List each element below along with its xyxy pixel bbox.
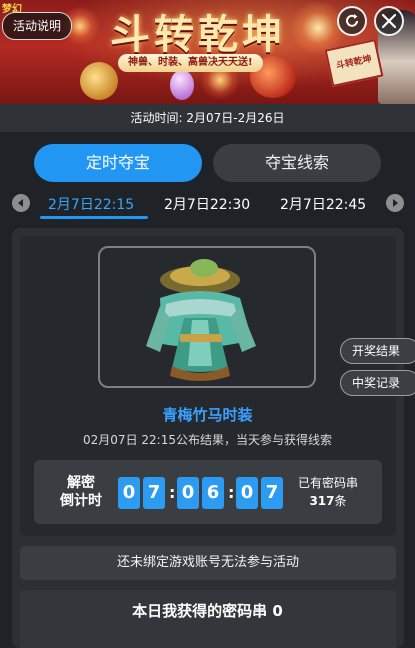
winning-records-button[interactable]: 中奖记录 [340,370,415,396]
prize-image-frame [98,246,316,388]
tab-treasure-clues[interactable]: 夺宝线索 [213,144,381,182]
refresh-icon [346,14,358,27]
close-button[interactable] [374,6,404,36]
countdown-digit: 7 [143,477,165,509]
costume-icon [146,259,256,381]
chevron-right-icon [393,199,398,207]
close-icon [381,13,397,29]
code-count-unit: 条 [334,494,347,508]
time-slot-1[interactable]: 2月7日22:15 [48,194,134,214]
bind-account-notice[interactable]: 还未绑定游戏账号无法参与活动 [20,546,396,580]
code-count-value: 317条 [290,492,366,510]
game-logo: 梦幻 [2,4,22,15]
chevron-left-icon [18,199,23,207]
today-codes-title: 本日我获得的密码串 0 [132,602,283,620]
countdown-label-line2: 倒计时 [60,493,102,509]
help-button[interactable]: 活动说明 [2,12,72,40]
draw-results-button[interactable]: 开奖结果 [340,338,415,364]
next-slot-button[interactable] [386,194,404,212]
code-count: 已有密码串 317条 [290,474,366,510]
time-slot-3[interactable]: 2月7日22:45 [280,194,366,214]
countdown-colon: : [169,483,176,502]
tab-timed-treasure[interactable]: 定时夺宝 [34,144,202,182]
code-count-label: 已有密码串 [297,476,358,490]
prev-slot-button[interactable] [12,194,30,212]
time-slot-2[interactable]: 2月7日22:30 [164,194,250,214]
mascot-left [80,62,118,100]
countdown-digit: 6 [202,477,224,509]
banner-subtitle: 神兽、时装、高兽决天天送! [118,54,263,72]
countdown-digit: 0 [177,477,199,509]
countdown-digit: 0 [118,477,140,509]
countdown-digit: 7 [261,477,283,509]
countdown-label-line1: 解密 [67,475,95,491]
banner-title: 斗转乾坤 [110,11,286,58]
mascot-egg [170,70,194,100]
prize-name: 青梅竹马时装 [162,406,253,424]
code-count-number: 317 [309,494,335,508]
countdown-colon: : [228,483,235,502]
refresh-button[interactable] [337,6,367,36]
countdown-digit: 0 [236,477,258,509]
countdown-label: 解密 倒计时 [56,474,106,510]
active-slot-indicator [40,216,148,219]
activity-time: 活动时间: 2月07日-2月26日 [0,104,415,132]
prize-description: 02月07日 22:15公布结果，当天参与获得线索 [83,433,332,447]
